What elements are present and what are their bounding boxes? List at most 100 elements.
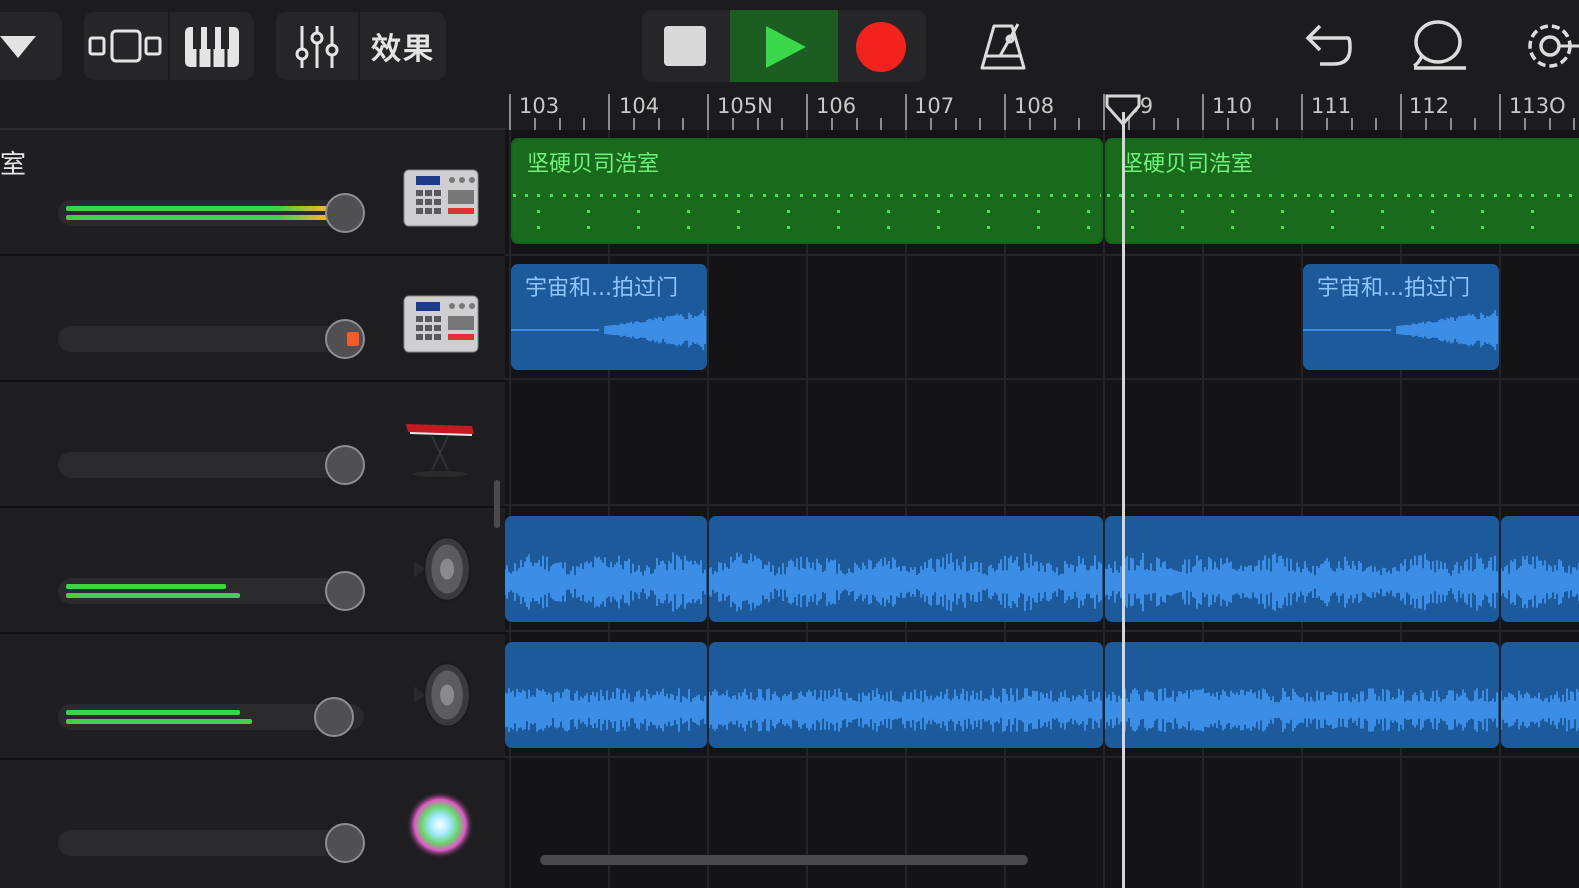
ruler-tick [1301,94,1303,130]
ruler-tick [509,94,511,130]
ruler-tick [657,118,660,130]
level-meter-left [66,584,226,589]
track-header-5[interactable] [0,634,505,760]
drum-machine-icon [403,169,479,227]
volume-knob[interactable] [325,571,365,611]
play-icon [766,26,806,68]
bar-label: 104 [619,94,660,118]
play-button[interactable] [730,10,838,82]
metronome-icon[interactable] [978,20,1028,72]
track-name: 室 [0,150,27,180]
keyboard-synth-icon [406,424,474,477]
volume-knob[interactable] [325,319,365,359]
volume-fader[interactable] [58,830,364,856]
track-lanes[interactable]: 坚硬贝司浩室 坚硬贝司浩室 宇宙和...拍过门 宇宙和...拍过门 [505,130,1579,888]
ruler-tick [1375,118,1378,130]
keyboard-button[interactable] [170,12,254,80]
sampler-sparkle-icon [406,791,474,859]
volume-knob[interactable] [325,823,365,863]
bar-label: 110 [1212,94,1253,118]
audio-region[interactable] [709,642,1103,748]
level-meter-right [66,593,240,598]
ruler-tick [1177,118,1180,130]
ruler-tick [1424,118,1427,130]
ruler-tick [533,118,536,130]
stop-icon [664,26,706,66]
audio-region[interactable] [1105,642,1499,748]
tracks-view-button[interactable] [84,12,168,80]
clip-indicator [347,332,359,346]
track-header-column: 室 [0,92,505,888]
volume-knob[interactable] [325,193,365,233]
volume-fader[interactable] [58,578,364,604]
volume-fader[interactable] [58,326,364,352]
vertical-scrollbar[interactable] [494,480,500,528]
playhead[interactable] [1122,112,1125,888]
bar-label: 105N [717,94,773,118]
audio-region[interactable] [505,516,707,622]
ruler-tick [1573,118,1576,130]
record-icon [856,22,906,72]
horizontal-scrollbar[interactable] [540,855,1028,865]
speaker-icon [413,536,471,602]
ruler-tick [1400,94,1402,130]
loop-browser-icon[interactable] [1408,18,1470,72]
toolbar: 效果 [0,0,1579,92]
ruler-tick [682,118,685,130]
stop-button[interactable] [642,10,730,82]
mixer-button[interactable] [276,12,358,80]
bar-ruler[interactable]: 103 104 105N 106 107 108 109 110 111 112… [505,92,1579,132]
settings-icon[interactable] [1520,18,1579,74]
audio-region[interactable] [1105,516,1499,622]
ruler-tick [1474,118,1477,130]
region-label: 坚硬贝司浩室 [527,152,660,177]
waveform [709,552,1102,612]
ruler-tick [880,118,883,130]
waveform [709,688,1102,732]
audio-region[interactable]: 宇宙和...拍过门 [1303,264,1499,370]
record-button[interactable] [838,10,926,82]
audio-region[interactable] [1501,516,1579,622]
bar-label: 111 [1311,94,1352,118]
midi-region[interactable]: 坚硬贝司浩室 [511,138,1103,244]
speaker-icon [413,662,471,728]
ruler-tick [608,94,610,130]
ruler-tick [1523,118,1526,130]
level-meter-right [66,215,360,220]
region-label: 宇宙和...拍过门 [525,276,678,301]
ruler-tick [806,94,808,130]
volume-knob[interactable] [314,697,354,737]
volume-fader[interactable] [58,200,364,226]
track-header-4[interactable] [0,508,505,634]
ruler-tick [1004,94,1006,130]
track-header-2[interactable] [0,256,505,382]
ruler-tick [583,118,586,130]
track-header-6[interactable] [0,760,505,888]
track-menu-button[interactable] [0,12,62,80]
ruler-tick [830,118,833,130]
ruler-tick [1152,118,1155,130]
waveform [1501,688,1579,732]
audio-region[interactable]: 宇宙和...拍过门 [511,264,707,370]
ruler-tick [756,118,759,130]
track-menu-triangle-icon [0,36,36,58]
ruler-tick [707,94,709,130]
audio-region[interactable] [505,642,707,748]
midi-region[interactable]: 坚硬贝司浩室 [1105,138,1579,244]
ruler-tick [632,118,635,130]
volume-knob[interactable] [325,445,365,485]
ruler-tick [1499,94,1501,130]
track-header-3[interactable] [0,382,505,508]
ruler-tick [929,118,932,130]
ruler-tick [1449,118,1452,130]
bar-label: 103 [519,94,560,118]
midi-notes [1107,188,1579,242]
mixer-icon [295,26,339,68]
effects-button[interactable]: 效果 [360,12,446,80]
volume-fader[interactable] [58,452,364,478]
undo-icon[interactable] [1304,22,1354,70]
audio-region[interactable] [709,516,1103,622]
audio-region[interactable] [1501,642,1579,748]
track-header-1[interactable]: 室 [0,130,505,256]
view-toggle-group [84,12,254,80]
